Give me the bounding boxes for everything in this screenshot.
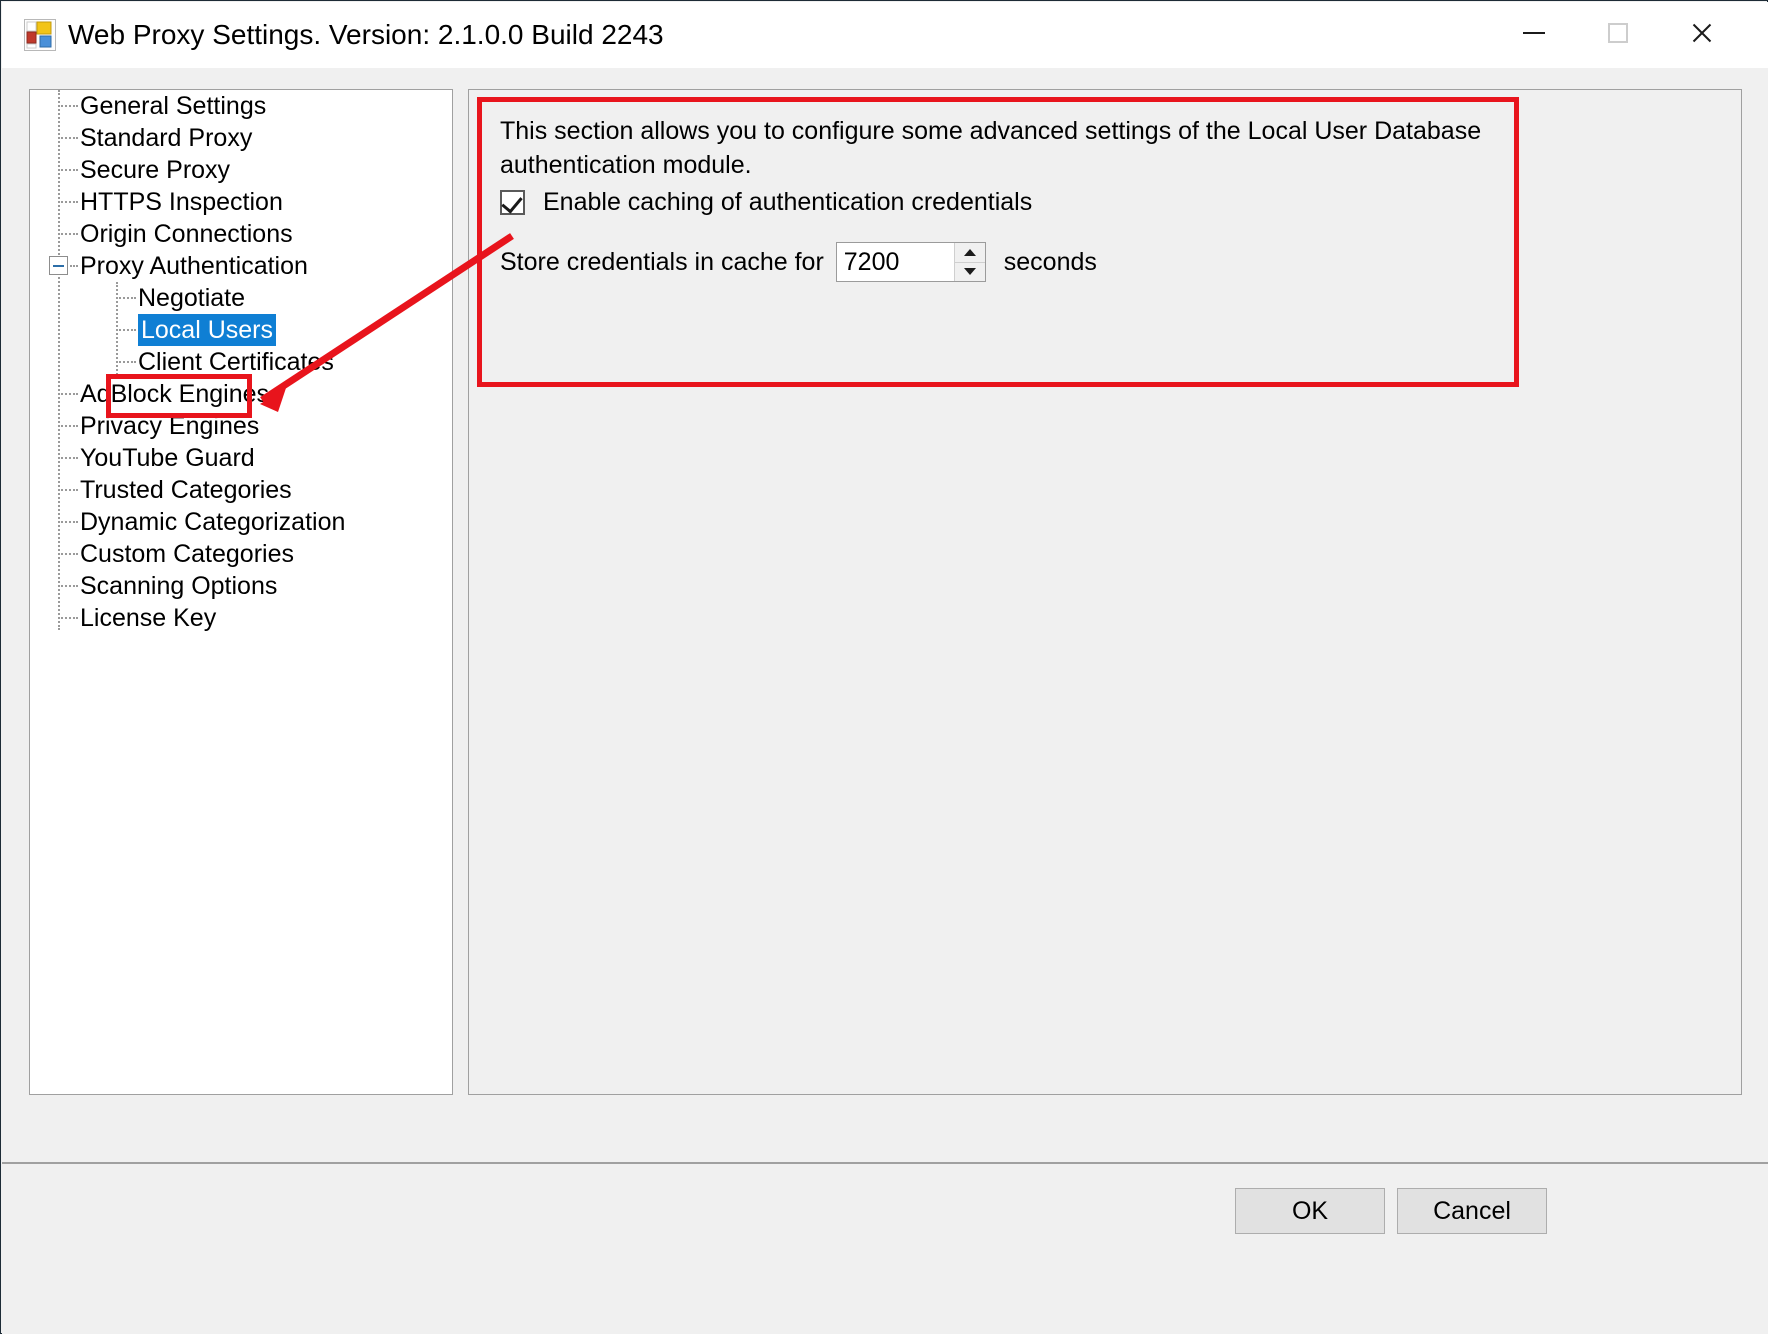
chevron-down-icon [963,268,976,276]
tree-item-local-users[interactable]: Local Users [138,314,276,346]
tree-item-standard-proxy[interactable]: Standard Proxy [80,122,252,154]
app-tiles-icon [24,19,56,51]
tree-tick [58,201,78,203]
tree-item-label: Origin Connections [80,220,293,248]
tree-item-label: License Key [80,604,217,632]
tree-tick [58,105,78,107]
tree-item-secure-proxy[interactable]: Secure Proxy [80,154,230,186]
tree-item-label: Trusted Categories [80,476,292,504]
tree-item-label: Standard Proxy [80,124,253,152]
ok-button[interactable]: OK [1235,1188,1385,1234]
tree-connector-root [58,90,60,630]
ok-button-label: OK [1291,1196,1329,1225]
tree-item-general-settings[interactable]: General Settings [80,90,266,122]
tree-tick [58,425,78,427]
minimize-icon [1523,32,1545,34]
tree-item-https-inspection[interactable]: HTTPS Inspection [80,186,283,218]
annotation-highlight-box: This section allows you to configure som… [477,97,1519,387]
stepper-up-button[interactable] [954,243,985,263]
tree-item-license-key[interactable]: License Key [80,602,216,634]
seconds-unit-label: seconds [1003,247,1097,276]
enable-caching-label: Enable caching of authentication credent… [543,188,1033,216]
tree-item-dynamic-categorization[interactable]: Dynamic Categorization [80,506,345,538]
enable-caching-checkbox[interactable] [500,190,525,215]
store-credentials-row: Store credentials in cache for 7200 seco… [500,242,1097,282]
tree-tick [58,521,78,523]
tree-item-label: Proxy Authentication [80,252,308,280]
store-credentials-label: Store credentials in cache for [500,247,824,276]
tree-item-youtube-guard[interactable]: YouTube Guard [80,442,255,474]
stepper-down-button[interactable] [954,262,985,281]
tree-item-scanning-options[interactable]: Scanning Options [80,570,277,602]
chevron-up-icon [963,248,976,256]
tree-tick [58,169,78,171]
tree-item-label: YouTube Guard [80,444,255,472]
tree-item-label: Secure Proxy [80,156,231,184]
stepper-buttons[interactable] [953,243,985,281]
tree-item-label: General Settings [80,92,267,120]
tree-tick [70,265,78,267]
tree-tick [58,617,78,619]
cancel-button[interactable]: Cancel [1397,1188,1547,1234]
tree-item-label: Dynamic Categorization [80,508,346,536]
cache-seconds-input[interactable]: 7200 [836,243,954,281]
cache-seconds-stepper[interactable]: 7200 [835,242,986,282]
cancel-button-label: Cancel [1433,1196,1511,1225]
maximize-icon [1608,23,1628,43]
tree-tick [58,553,78,555]
content-panel: This section allows you to configure som… [468,89,1742,1095]
tree-item-label: Negotiate [138,284,246,312]
dialog-body: General Settings Standard Proxy Secure P… [2,68,1768,1334]
maximize-button[interactable] [1576,3,1660,63]
checkmark-icon [501,191,523,214]
tree-item-negotiate[interactable]: Negotiate [138,282,245,314]
tree-item-label: Custom Categories [80,540,294,568]
tree-item-label: Scanning Options [80,572,278,600]
tree-tick [116,361,136,363]
tree-tick [116,297,136,299]
tree-item-origin-connections[interactable]: Origin Connections [80,218,293,250]
tree-tick [58,585,78,587]
tree-tick [58,233,78,235]
tree-item-label: HTTPS Inspection [80,188,283,216]
window-title: Web Proxy Settings. Version: 2.1.0.0 Bui… [68,19,664,50]
settings-tree[interactable]: General Settings Standard Proxy Secure P… [29,89,453,1095]
tree-item-label: Local Users [138,314,276,346]
enable-caching-row[interactable]: Enable caching of authentication credent… [500,188,1032,217]
tree-tick [58,489,78,491]
tree-item-custom-categories[interactable]: Custom Categories [80,538,294,570]
close-button[interactable] [1660,3,1744,63]
tree-tick [116,329,136,331]
tree-expander-proxy-authentication[interactable] [49,256,68,275]
title-bar: Web Proxy Settings. Version: 2.1.0.0 Bui… [2,2,1768,68]
web-proxy-settings-window: Web Proxy Settings. Version: 2.1.0.0 Bui… [0,0,1768,1334]
tree-tick [58,393,78,395]
annotation-selection-box [106,374,252,418]
footer-divider [2,1162,1768,1164]
tree-item-proxy-authentication[interactable]: Proxy Authentication [80,250,308,282]
tree-item-trusted-categories[interactable]: Trusted Categories [80,474,292,506]
close-icon [1690,21,1714,45]
tree-tick [58,457,78,459]
minimize-button[interactable] [1492,3,1576,63]
section-description: This section allows you to configure som… [500,117,1482,179]
tree-tick [58,137,78,139]
